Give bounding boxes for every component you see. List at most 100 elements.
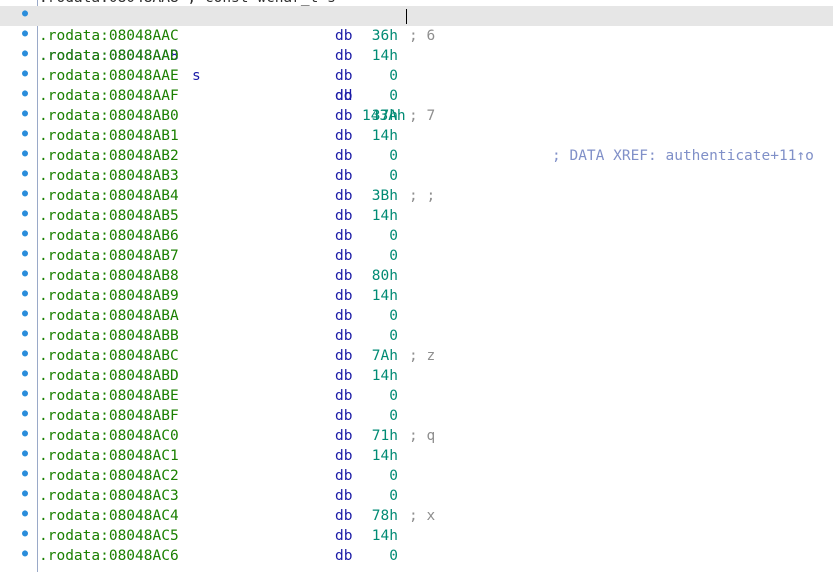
bullet-dot-icon: ● xyxy=(22,348,29,359)
data-value[interactable]: 36h xyxy=(360,26,398,46)
data-directive: db xyxy=(335,508,353,524)
line-comment: ; q xyxy=(409,428,436,444)
listing-line[interactable]: ● .rodata:08048AB2 db 0 xyxy=(0,146,833,166)
data-value[interactable]: 0 xyxy=(360,66,398,86)
listing-line[interactable]: ● .rodata:08048AB9 db 14h xyxy=(0,286,833,306)
data-value[interactable]: 0 xyxy=(360,166,398,186)
data-value[interactable]: 0 xyxy=(360,486,398,506)
line-address: .rodata:08048AB7 xyxy=(39,248,179,264)
listing-line[interactable]: ● .rodata:08048ABC db 7Ah ; z xyxy=(0,346,833,366)
data-value[interactable]: 3Bh xyxy=(360,186,398,206)
bullet-dot-icon: ● xyxy=(22,208,29,219)
bullet-dot-icon: ● xyxy=(22,548,29,559)
bullet-dot-icon: ● xyxy=(22,328,29,339)
data-value[interactable]: 14h xyxy=(360,206,398,226)
listing-line[interactable]: ● .rodata:08048AAF db 0 xyxy=(0,86,833,106)
bullet-dot-icon: ● xyxy=(22,68,29,79)
data-directive: db xyxy=(335,308,353,324)
bullet-dot-icon: ● xyxy=(22,8,29,19)
listing-line[interactable]: ● .rodata:08048AB3 db 0 xyxy=(0,166,833,186)
line-address: .rodata:08048AC2 xyxy=(39,468,179,484)
data-directive: db xyxy=(335,68,353,84)
line-address: .rodata:08048AB2 xyxy=(39,148,179,164)
line-comment: ; ; xyxy=(409,188,436,204)
line-address: .rodata:08048AB0 xyxy=(39,108,179,124)
bullet-dot-icon: ● xyxy=(22,448,29,459)
listing-line[interactable]: ● .rodata:08048ABA db 0 xyxy=(0,306,833,326)
listing-line[interactable]: ● .rodata:08048AC5 db 14h xyxy=(0,526,833,546)
listing-line[interactable]: ● .rodata:08048AB7 db 0 xyxy=(0,246,833,266)
data-value[interactable]: 0 xyxy=(360,546,398,566)
bullet-dot-icon: ● xyxy=(22,308,29,319)
bullet-dot-icon: ● xyxy=(22,108,29,119)
disassembly-view[interactable]: .rodata:08048AA8 ; const wchar_t s ● .ro… xyxy=(0,0,833,572)
listing-line[interactable]: ● .rodata:08048ABD db 14h xyxy=(0,366,833,386)
data-directive: db xyxy=(335,428,353,444)
listing-line[interactable]: ● .rodata:08048AAD db 14h xyxy=(0,46,833,66)
data-value[interactable]: 7Ah xyxy=(360,346,398,366)
listing-line[interactable]: ● .rodata:08048AAE db 0 xyxy=(0,66,833,86)
line-address: .rodata:08048AC1 xyxy=(39,448,179,464)
data-value[interactable]: 71h xyxy=(360,426,398,446)
line-address: .rodata:08048AB3 xyxy=(39,168,179,184)
data-value[interactable]: 14h xyxy=(360,46,398,66)
listing-line[interactable]: ● .rodata:08048AB6 db 0 xyxy=(0,226,833,246)
data-value[interactable]: 37h xyxy=(360,106,398,126)
line-address: .rodata:08048AAC xyxy=(39,28,179,44)
data-directive: db xyxy=(335,128,353,144)
listing-line[interactable]: ● .rodata:08048AB8 db 80h xyxy=(0,266,833,286)
data-value[interactable]: 80h xyxy=(360,266,398,286)
data-value[interactable]: 0 xyxy=(360,226,398,246)
data-directive: db xyxy=(335,248,353,264)
line-address: .rodata:08048AC0 xyxy=(39,428,179,444)
listing-line[interactable]: ● .rodata:08048AC1 db 14h xyxy=(0,446,833,466)
line-comment: ; 7 xyxy=(409,108,436,124)
listing-line[interactable]: ● .rodata:08048ABE db 0 xyxy=(0,386,833,406)
listing-line[interactable]: ● .rodata:08048AB1 db 14h xyxy=(0,126,833,146)
data-directive: db xyxy=(335,88,353,104)
data-value[interactable]: 0 xyxy=(360,306,398,326)
data-directive: db xyxy=(335,288,353,304)
listing-line[interactable]: ● .rodata:08048AB5 db 14h xyxy=(0,206,833,226)
bullet-dot-icon: ● xyxy=(22,428,29,439)
listing-line-selected[interactable]: ● .rodata:08048AA8 s dd 143Ah ; DATA XRE… xyxy=(0,6,833,164)
data-value[interactable]: 0 xyxy=(360,386,398,406)
line-address: .rodata:08048ABD xyxy=(39,368,179,384)
data-directive: db xyxy=(335,148,353,164)
line-address: .rodata:08048AB1 xyxy=(39,128,179,144)
listing-line[interactable]: ● .rodata:08048AC0 db 71h ; q xyxy=(0,426,833,446)
data-directive: db xyxy=(335,328,353,344)
data-directive: db xyxy=(335,28,353,44)
line-address: .rodata:08048AB6 xyxy=(39,228,179,244)
data-value[interactable]: 14h xyxy=(360,526,398,546)
line-address: .rodata:08048AB5 xyxy=(39,208,179,224)
listing-line[interactable]: ● .rodata:08048ABB db 0 xyxy=(0,326,833,346)
listing-line[interactable]: ● .rodata:08048AC3 db 0 xyxy=(0,486,833,506)
line-address: .rodata:08048AC5 xyxy=(39,528,179,544)
listing-line[interactable]: ● .rodata:08048AC4 db 78h ; x xyxy=(0,506,833,526)
data-value[interactable]: 78h xyxy=(360,506,398,526)
listing-line[interactable]: ● .rodata:08048AC2 db 0 xyxy=(0,466,833,486)
data-directive: db xyxy=(335,208,353,224)
data-value[interactable]: 0 xyxy=(360,86,398,106)
data-value[interactable]: 0 xyxy=(360,406,398,426)
listing-line[interactable]: ● .rodata:08048AB4 db 3Bh ; ; xyxy=(0,186,833,206)
bullet-dot-icon: ● xyxy=(22,288,29,299)
data-value[interactable]: 14h xyxy=(360,126,398,146)
data-value[interactable]: 14h xyxy=(360,366,398,386)
listing-line[interactable]: ● .rodata:08048AC6 db 0 xyxy=(0,546,833,566)
data-value[interactable]: 0 xyxy=(360,466,398,486)
line-comment: ; 6 xyxy=(409,28,436,44)
data-value[interactable]: 14h xyxy=(360,286,398,306)
bullet-dot-icon: ● xyxy=(22,228,29,239)
listing-line[interactable]: ● .rodata:08048AAC db 36h ; 6 xyxy=(0,26,833,46)
data-value[interactable]: 14h xyxy=(360,446,398,466)
data-value[interactable]: 0 xyxy=(360,326,398,346)
data-value[interactable]: 0 xyxy=(360,246,398,266)
line-comment: ; x xyxy=(409,508,436,524)
listing-line[interactable]: ● .rodata:08048ABF db 0 xyxy=(0,406,833,426)
listing-line[interactable]: ● .rodata:08048AB0 db 37h ; 7 xyxy=(0,106,833,126)
data-value[interactable]: 0 xyxy=(360,146,398,166)
data-directive: db xyxy=(335,348,353,364)
bullet-dot-icon: ● xyxy=(22,88,29,99)
